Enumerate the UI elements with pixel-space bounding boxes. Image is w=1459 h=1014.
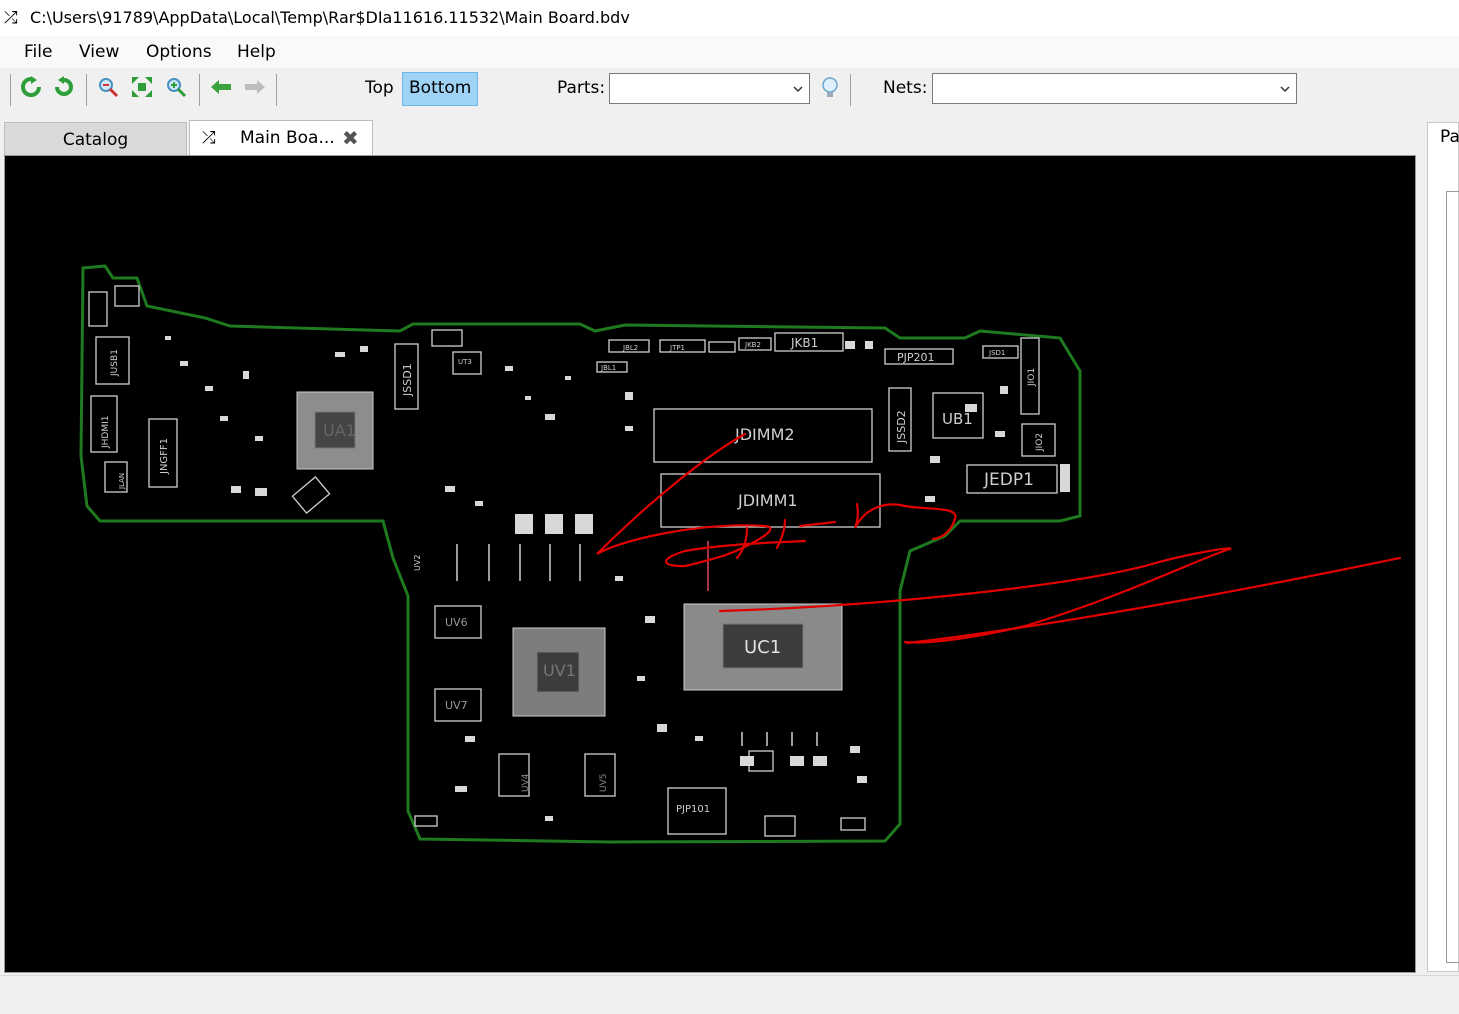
tab-main-board[interactable]: ⤮ Main Boa... ✖ [189,120,373,156]
label-jssd1: JSSD1 [401,363,414,397]
parts-select[interactable] [609,73,810,104]
close-icon[interactable]: ✖ [342,121,359,155]
label-jsd1: JSD1 [988,349,1005,357]
label-jbl2: JBL2 [622,344,638,352]
tab-catalog-label: Catalog [62,130,129,150]
label-ua1: UA1 [323,421,356,440]
label-jtp1: JTP1 [669,344,685,352]
board-canvas[interactable]: JDIMM2 JDIMM1 UC1 UB1 JEDP1 JKB1 PJP201 … [4,155,1416,973]
toolbar-separator [850,74,851,106]
back-arrow-icon[interactable] [208,76,234,102]
components-layer [88,285,1058,837]
chevron-down-icon [793,86,803,93]
board-drawing[interactable]: JDIMM2 JDIMM1 UC1 UB1 JEDP1 JKB1 PJP201 … [5,156,1415,972]
label-uv4: UV4 [521,773,531,792]
parts-label: Parts: [557,78,606,98]
shuffle-icon: ⤮ [4,8,18,28]
toolbar: Top Bottom Parts: Nets: [0,68,1459,112]
document-tabs: Catalog ⤮ Main Boa... ✖ [0,118,1420,156]
right-panel-list [1446,191,1459,963]
label-jusb1: JUSB1 [110,349,120,377]
toolbar-separator [86,74,87,106]
status-bar [0,975,1459,1014]
label-pjp201: PJP201 [897,351,935,364]
label-ut3: UT3 [458,358,472,366]
label-pjp101: PJP101 [676,804,710,815]
label-uv7: UV7 [445,699,468,712]
label-ub1: UB1 [942,410,973,428]
menu-file[interactable]: File [16,36,60,68]
label-uv1: UV1 [543,661,576,680]
label-uv2: UV2 [413,555,422,571]
label-jedp1: JEDP1 [983,470,1034,490]
chevron-down-icon [1280,86,1290,93]
side-bottom-button[interactable]: Bottom [402,72,479,106]
menu-help[interactable]: Help [229,36,284,68]
title-bar: ⤮ C:\Users\91789\AppData\Local\Temp\Rar$… [0,0,1459,36]
right-panel: Pa [1427,122,1459,972]
label-jio2: JIO2 [1035,433,1045,452]
refresh-icon[interactable] [18,76,44,102]
zoom-in-icon[interactable] [95,76,121,102]
lightbulb-icon[interactable] [817,76,843,102]
label-jdimm1: JDIMM1 [737,491,798,510]
label-jkb2: JKB2 [744,341,761,349]
menu-bar: File View Options Help [0,36,1459,68]
nets-select[interactable] [932,73,1297,104]
label-jssd2: JSSD2 [895,410,908,444]
menu-options[interactable]: Options [138,36,220,68]
rotate-icon[interactable] [51,76,77,102]
label-jngff1: JNGFF1 [159,438,170,475]
label-jkb1: JKB1 [790,336,818,350]
label-jlan: JLAN [118,473,126,490]
right-panel-tab[interactable]: Pa [1440,127,1459,147]
nets-label: Nets: [883,78,928,98]
window-title: C:\Users\91789\AppData\Local\Temp\Rar$DI… [30,8,630,27]
label-uc1: UC1 [744,637,781,658]
label-uv6: UV6 [445,616,468,629]
label-jbl1: JBL1 [600,364,616,372]
label-jhdmi1: JHDMI1 [101,416,111,450]
zoom-out-icon[interactable] [163,76,189,102]
toolbar-separator [199,74,200,106]
tab-main-board-label: Main Boa... [240,128,335,148]
fit-icon[interactable] [129,76,155,102]
forward-arrow-icon[interactable] [242,76,268,102]
label-jio1: JIO1 [1027,368,1037,387]
toolbar-separator [10,74,11,106]
toolbar-separator [276,74,277,106]
menu-view[interactable]: View [71,36,127,68]
label-uv5: UV5 [599,774,609,792]
side-top-button[interactable]: Top [359,72,400,104]
tab-catalog[interactable]: Catalog [4,122,187,156]
shuffle-icon: ⤮ [202,128,216,148]
